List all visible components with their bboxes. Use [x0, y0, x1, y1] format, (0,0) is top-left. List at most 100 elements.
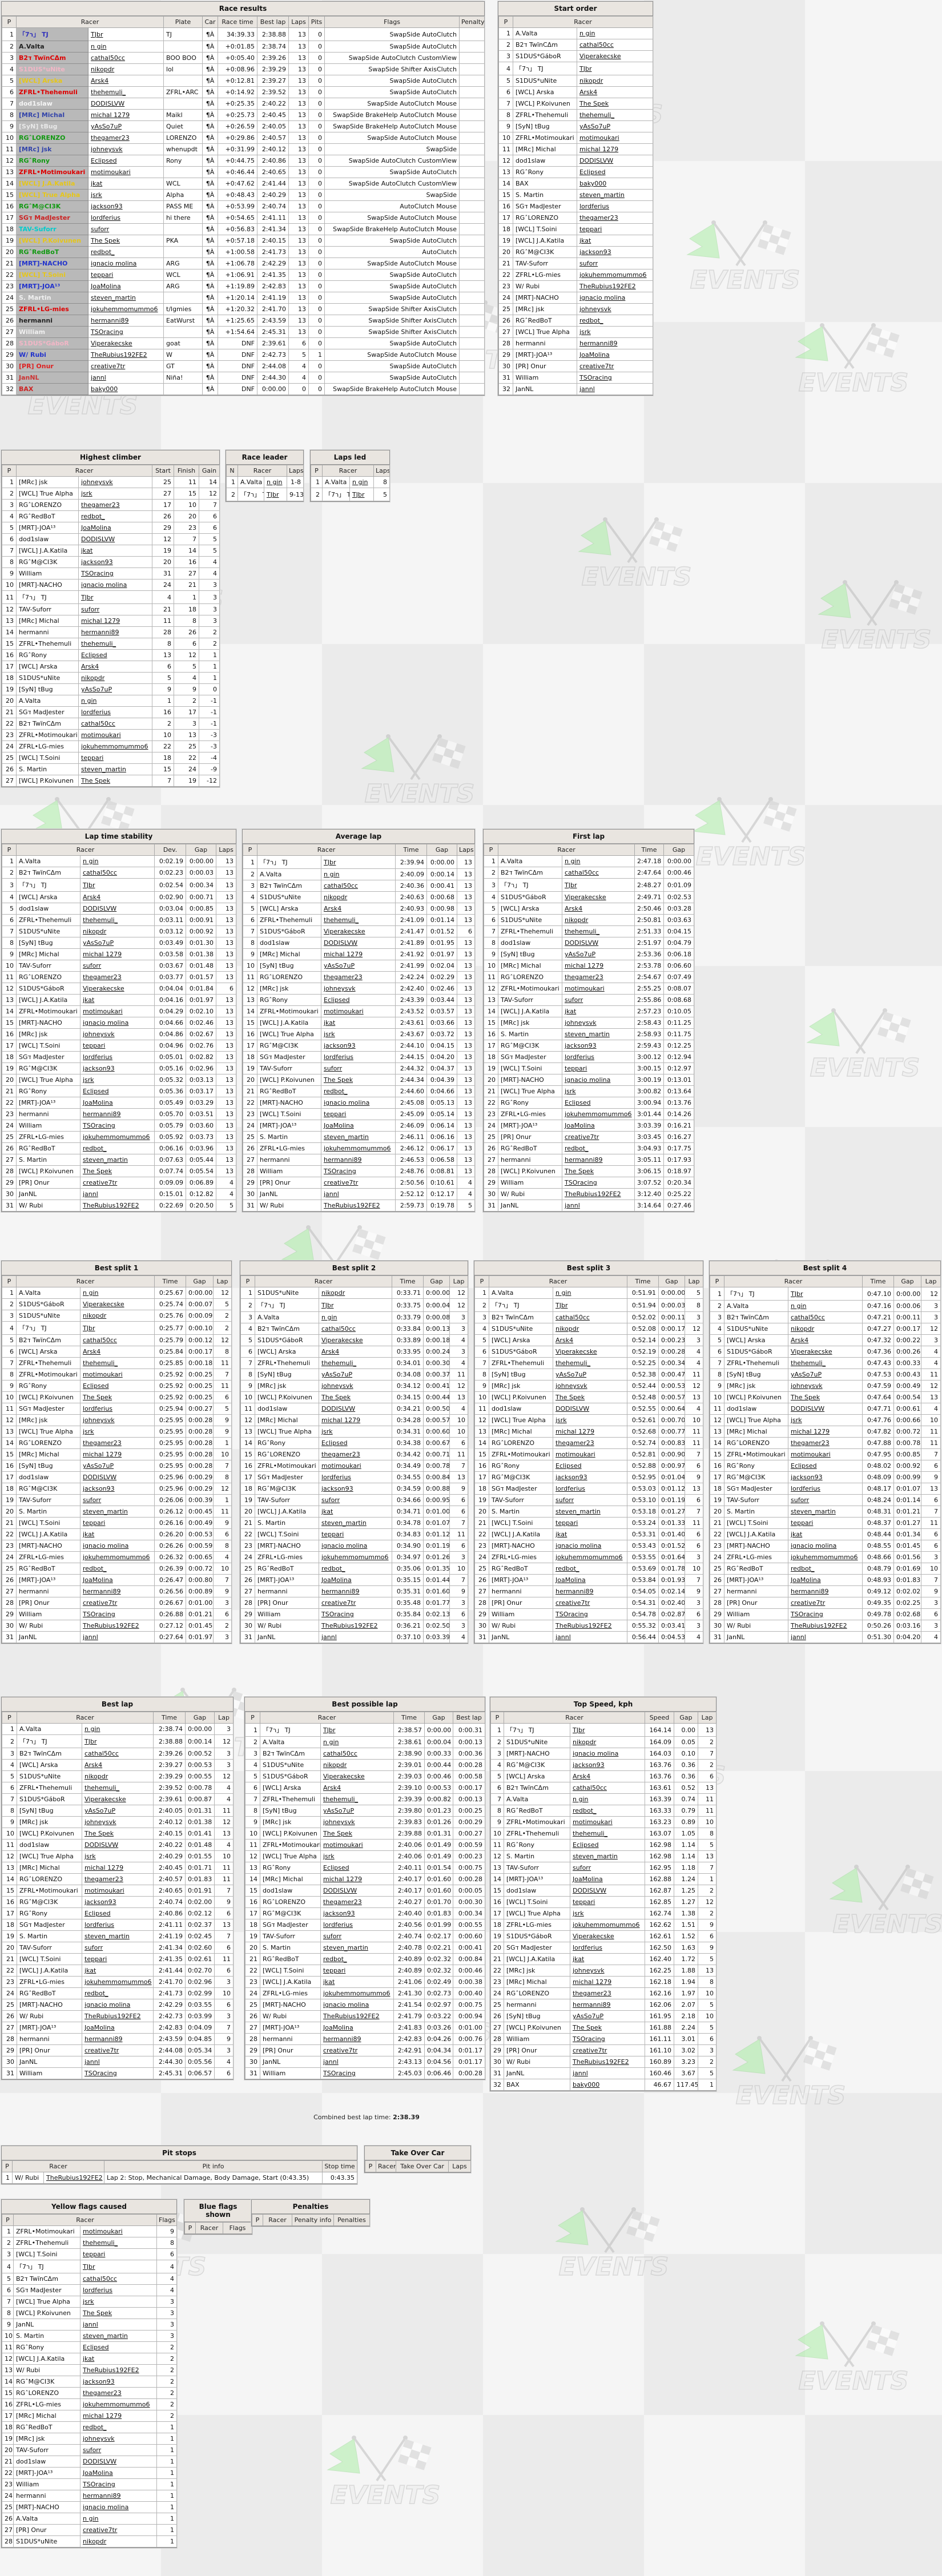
- cell-link[interactable]: creative7tr: [81, 2044, 154, 2056]
- cell-link[interactable]: redbot_: [87, 246, 164, 258]
- cell-link[interactable]: hermanni89: [576, 337, 654, 349]
- cell-link[interactable]: jkat: [569, 1953, 646, 1965]
- cell-link[interactable]: TheRubius192FE2: [79, 1200, 155, 1211]
- cell-link[interactable]: n gin: [79, 1287, 155, 1299]
- cell-link[interactable]: ignacio molina: [318, 1540, 393, 1552]
- cell-link[interactable]: jkat: [81, 1965, 154, 1977]
- cell-link[interactable]: thehemuli_: [320, 1793, 394, 1805]
- cell-link[interactable]: nikopdr: [87, 63, 164, 75]
- cell-link[interactable]: yAsSo7uP: [81, 1805, 154, 1817]
- cell-link[interactable]: jokuhemmomummo6: [81, 1976, 154, 1988]
- cell-link[interactable]: thegamer23: [79, 2387, 158, 2399]
- cell-link[interactable]: suforr: [320, 1930, 394, 1942]
- cell-link[interactable]: jannl: [318, 1631, 393, 1643]
- cell-link[interactable]: nikopdr: [81, 1770, 154, 1782]
- cell-link[interactable]: jokuhemmomummo6: [318, 1551, 393, 1563]
- cell-link[interactable]: yAsSo7uP: [561, 948, 635, 960]
- cell-link[interactable]: jsrk: [318, 1426, 393, 1438]
- cell-link[interactable]: yAsSo7uP: [79, 1460, 155, 1472]
- cell-link[interactable]: DODISLVW: [787, 1403, 863, 1415]
- cell-link[interactable]: TSOracing: [79, 1120, 155, 1132]
- cell-link[interactable]: jsrk: [81, 1850, 154, 1862]
- cell-link[interactable]: lordferius: [78, 706, 153, 718]
- cell-link[interactable]: Arsk4: [79, 1346, 155, 1358]
- cell-link[interactable]: johneysvk: [561, 1017, 635, 1029]
- cell-link[interactable]: suforr: [787, 1494, 863, 1506]
- cell-link[interactable]: TJbr: [320, 1723, 394, 1737]
- cell-link[interactable]: thehemuli_: [79, 2237, 158, 2249]
- cell-link[interactable]: JoaMolina: [78, 522, 153, 534]
- cell-link[interactable]: hermanni89: [320, 2033, 394, 2045]
- cell-link[interactable]: TSOracing: [561, 1177, 635, 1189]
- cell-link[interactable]: steven_martin: [561, 1028, 635, 1040]
- cell-link[interactable]: DODISLVW: [552, 1403, 628, 1415]
- cell-link[interactable]: TJbr: [79, 1321, 155, 1335]
- cell-link[interactable]: jkat: [87, 178, 164, 190]
- cell-link[interactable]: cathal50cc: [318, 1323, 393, 1335]
- cell-link[interactable]: hermanni89: [79, 1108, 155, 1120]
- cell-link[interactable]: yAsSo7uP: [78, 683, 153, 695]
- cell-link[interactable]: DODISLVW: [78, 533, 153, 545]
- cell-link[interactable]: ignacio molina: [78, 579, 153, 591]
- cell-link[interactable]: suforr: [78, 603, 153, 615]
- cell-link[interactable]: Arsk4: [78, 661, 153, 673]
- cell-link[interactable]: ignacio molina: [79, 1540, 155, 1552]
- cell-link[interactable]: jkat: [320, 1017, 396, 1029]
- cell-link[interactable]: michal 1279: [79, 948, 155, 960]
- cell-link[interactable]: DODISLVW: [320, 1885, 394, 1897]
- cell-link[interactable]: The Spek: [79, 1391, 155, 1403]
- cell-link[interactable]: TSOracing: [569, 2033, 646, 2045]
- cell-link[interactable]: jannl: [81, 2056, 154, 2068]
- cell-link[interactable]: suforr: [81, 1942, 154, 1954]
- cell-link[interactable]: suforr: [318, 1494, 393, 1506]
- cell-link[interactable]: steven_martin: [320, 1131, 396, 1143]
- cell-link[interactable]: The Spek: [576, 98, 654, 110]
- cell-link[interactable]: teppari: [569, 1896, 646, 1908]
- cell-link[interactable]: TJbr: [569, 1723, 646, 1737]
- cell-link[interactable]: TheRubius192FE2: [81, 2010, 154, 2022]
- cell-link[interactable]: jackson93: [320, 1040, 396, 1052]
- cell-link[interactable]: thegamer23: [561, 971, 635, 983]
- cell-link[interactable]: ignacio molina: [320, 1999, 394, 2011]
- cell-link[interactable]: n gin: [79, 2513, 158, 2525]
- cell-link[interactable]: jsrk: [79, 1426, 155, 1438]
- cell-link[interactable]: thehemuli_: [320, 914, 396, 926]
- cell-link[interactable]: TJbr: [576, 62, 654, 75]
- cell-link[interactable]: JoaMolina: [569, 1873, 646, 1885]
- cell-link[interactable]: ignacio molina: [79, 1017, 155, 1029]
- cell-link[interactable]: redbot_: [79, 1142, 155, 1154]
- cell-link[interactable]: jsrk: [79, 2296, 158, 2308]
- cell-link[interactable]: DODISLVW: [569, 1885, 646, 1897]
- cell-link[interactable]: Eclipsed: [79, 1085, 155, 1097]
- cell-link[interactable]: motimoukari: [318, 1460, 393, 1472]
- cell-link[interactable]: Arsk4: [320, 903, 396, 915]
- cell-link[interactable]: Viperakecske: [561, 891, 635, 903]
- cell-link[interactable]: yAsSo7uP: [320, 960, 396, 972]
- cell-link[interactable]: johneysvk: [81, 1816, 154, 1828]
- cell-link[interactable]: jannl: [569, 2067, 646, 2079]
- cell-link[interactable]: JoaMolina: [318, 1574, 393, 1586]
- cell-link[interactable]: creative7tr: [552, 1597, 628, 1609]
- cell-link[interactable]: Eclipsed: [79, 2341, 158, 2353]
- cell-link[interactable]: TSOracing: [318, 1608, 393, 1620]
- cell-link[interactable]: TJbr: [561, 878, 635, 892]
- cell-link[interactable]: TJbr: [81, 1734, 154, 1748]
- cell-link[interactable]: jackson93: [79, 1483, 155, 1495]
- cell-link[interactable]: lordferius: [569, 1942, 646, 1954]
- cell-link[interactable]: jokuhemmomummo6: [552, 1551, 628, 1563]
- cell-link[interactable]: motimoukari: [787, 1448, 863, 1460]
- cell-link[interactable]: nikopdr: [79, 1310, 155, 1322]
- cell-link[interactable]: teppari: [576, 223, 654, 235]
- cell-link[interactable]: The Spek: [320, 1828, 394, 1840]
- cell-link[interactable]: Arsk4: [569, 1770, 646, 1782]
- cell-link[interactable]: michal 1279: [320, 1873, 394, 1885]
- cell-link[interactable]: teppari: [81, 1953, 154, 1965]
- cell-link[interactable]: jannl: [552, 1631, 628, 1643]
- cell-link[interactable]: cathal50cc: [576, 39, 654, 51]
- cell-link[interactable]: cathal50cc: [79, 867, 155, 879]
- cell-link[interactable]: creative7tr: [320, 1177, 396, 1189]
- cell-link[interactable]: DODISLVW: [318, 1403, 393, 1415]
- cell-link[interactable]: jannl: [87, 372, 164, 384]
- cell-link[interactable]: jkat: [78, 545, 153, 557]
- cell-link[interactable]: TJbr: [320, 855, 396, 869]
